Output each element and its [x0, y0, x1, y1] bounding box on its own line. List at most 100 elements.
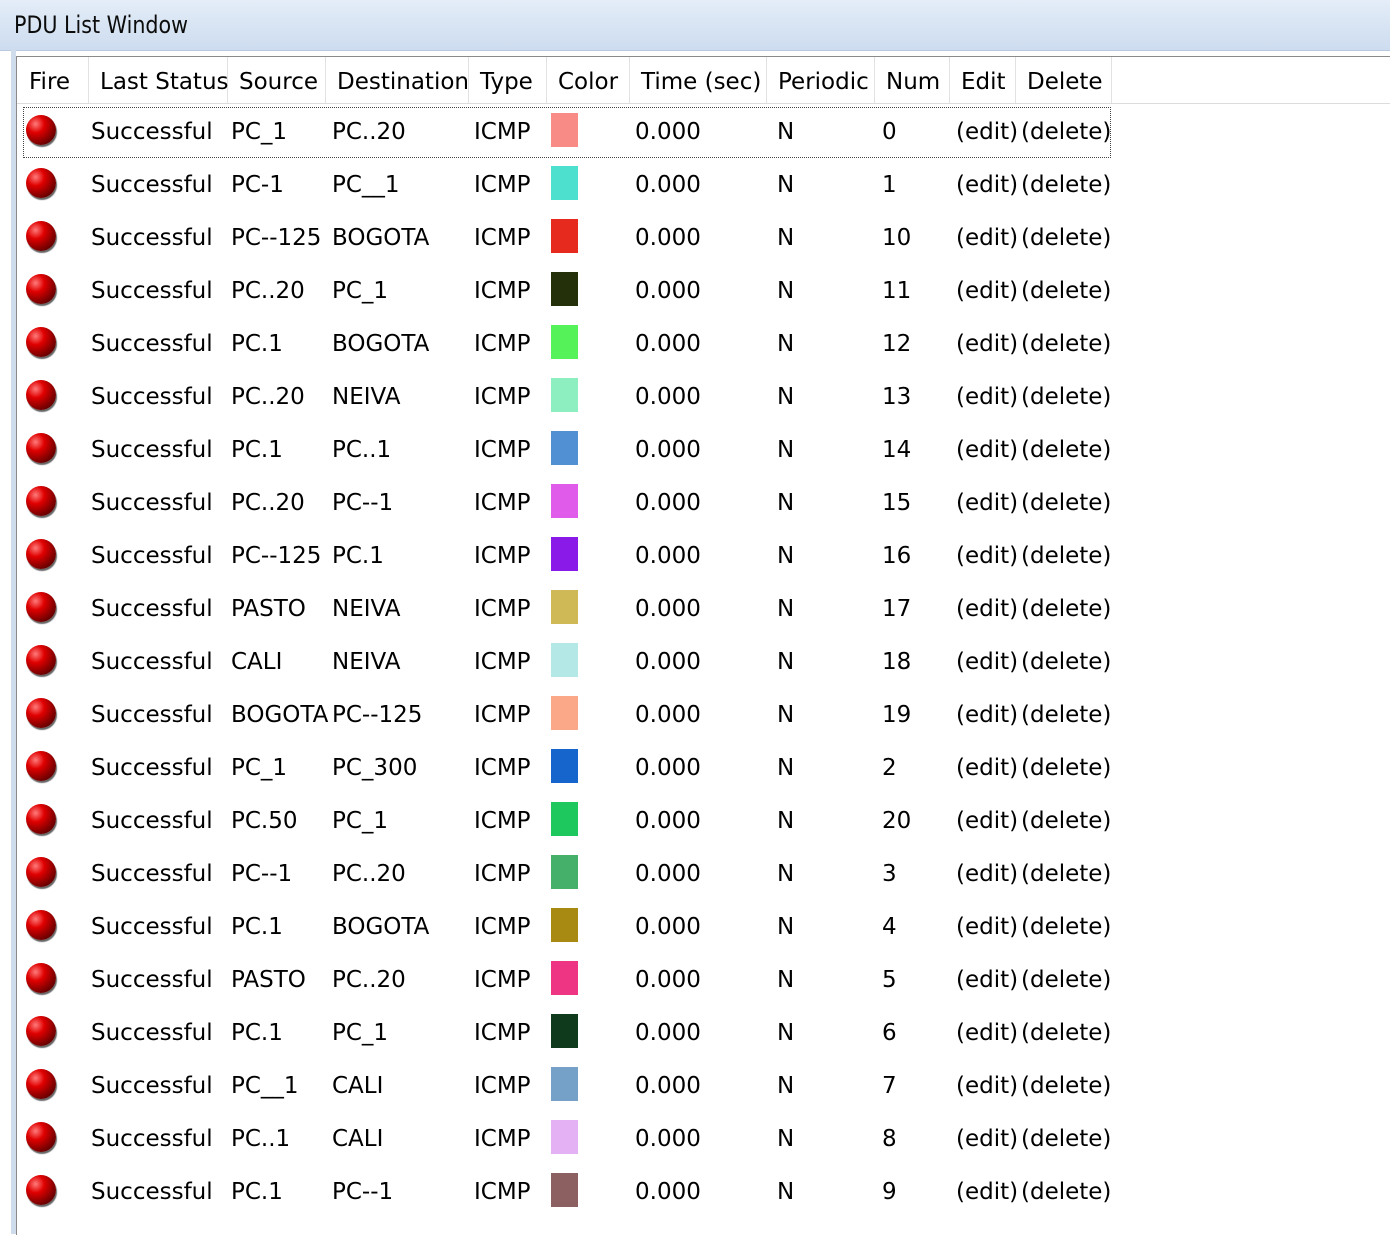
header-fire[interactable]: Fire: [17, 57, 89, 103]
delete-link[interactable]: (delete): [1021, 1167, 1111, 1218]
fire-icon[interactable]: [26, 592, 56, 622]
fire-icon[interactable]: [26, 539, 56, 569]
table-row[interactable]: Successful PC.50 PC_1 ICMP 0.000 N 20 (edit) (de…: [23, 796, 1111, 847]
table-row[interactable]: Successful CALI NEIVA ICMP 0.000 N 18 (edit) (de…: [23, 637, 1111, 688]
fire-icon[interactable]: [26, 274, 56, 304]
edit-link[interactable]: (edit): [956, 107, 1018, 158]
table-row[interactable]: Successful PC..20 PC_1 ICMP 0.000 N 11 (edit) (d…: [23, 266, 1111, 317]
edit-link[interactable]: (edit): [956, 584, 1018, 635]
delete-link[interactable]: (delete): [1021, 743, 1111, 794]
table-row[interactable]: Successful PC__1 CALI ICMP 0.000 N 7 (edit) (del…: [23, 1061, 1111, 1112]
edit-link[interactable]: (edit): [956, 1008, 1018, 1059]
delete-link[interactable]: (delete): [1021, 213, 1111, 264]
header-last-status[interactable]: Last Status: [88, 57, 229, 103]
fire-icon[interactable]: [26, 486, 56, 516]
edit-link[interactable]: (edit): [956, 690, 1018, 741]
table-row[interactable]: Successful PC..1 CALI ICMP 0.000 N 8 (edit) (del…: [23, 1114, 1111, 1165]
header-edit[interactable]: Edit: [949, 57, 1016, 103]
delete-link[interactable]: (delete): [1021, 266, 1111, 317]
delete-link[interactable]: (delete): [1021, 478, 1111, 529]
table-row[interactable]: Successful PC.1 BOGOTA ICMP 0.000 N 4 (edit) (de…: [23, 902, 1111, 953]
fire-icon[interactable]: [26, 221, 56, 251]
edit-link[interactable]: (edit): [956, 478, 1018, 529]
type-cell: ICMP: [474, 278, 531, 304]
delete-link[interactable]: (delete): [1021, 531, 1111, 582]
edit-link[interactable]: (edit): [956, 160, 1018, 211]
fire-icon[interactable]: [26, 963, 56, 993]
fire-icon[interactable]: [26, 857, 56, 887]
edit-link[interactable]: (edit): [956, 1061, 1018, 1112]
edit-link[interactable]: (edit): [956, 319, 1018, 370]
table-row[interactable]: Successful PC-1 PC__1 ICMP 0.000 N 1 (edit) (del…: [23, 160, 1111, 211]
table-row[interactable]: Successful PC--1 PC..20 ICMP 0.000 N 3 (edit) (d…: [23, 849, 1111, 900]
fire-icon[interactable]: [26, 698, 56, 728]
edit-link[interactable]: (edit): [956, 1167, 1018, 1218]
delete-link[interactable]: (delete): [1021, 796, 1111, 847]
fire-icon[interactable]: [26, 751, 56, 781]
header-color[interactable]: Color: [546, 57, 630, 103]
delete-link[interactable]: (delete): [1021, 107, 1111, 158]
delete-link[interactable]: (delete): [1021, 1061, 1111, 1112]
fire-icon[interactable]: [26, 327, 56, 357]
delete-link[interactable]: (delete): [1021, 160, 1111, 211]
header-periodic[interactable]: Periodic: [766, 57, 875, 103]
edit-link[interactable]: (edit): [956, 531, 1018, 582]
fire-icon[interactable]: [26, 804, 56, 834]
delete-link[interactable]: (delete): [1021, 1114, 1111, 1165]
header-num[interactable]: Num: [874, 57, 950, 103]
fire-icon[interactable]: [26, 1175, 56, 1205]
fire-icon[interactable]: [26, 1016, 56, 1046]
delete-link[interactable]: (delete): [1021, 690, 1111, 741]
edit-link[interactable]: (edit): [956, 266, 1018, 317]
fire-icon[interactable]: [26, 910, 56, 940]
edit-link[interactable]: (edit): [956, 955, 1018, 1006]
edit-link[interactable]: (edit): [956, 1114, 1018, 1165]
header-delete[interactable]: Delete: [1015, 57, 1112, 103]
table-row[interactable]: Successful PC.1 PC_1 ICMP 0.000 N 6 (edit) (dele…: [23, 1008, 1111, 1059]
header-destination[interactable]: Destination: [325, 57, 469, 103]
edit-link[interactable]: (edit): [956, 372, 1018, 423]
delete-link[interactable]: (delete): [1021, 372, 1111, 423]
header-type[interactable]: Type: [468, 57, 547, 103]
table-row[interactable]: Successful PC.1 PC..1 ICMP 0.000 N 14 (edit) (de…: [23, 425, 1111, 476]
periodic-cell: N: [777, 172, 795, 198]
delete-link[interactable]: (delete): [1021, 637, 1111, 688]
status-cell: Successful: [91, 119, 213, 145]
fire-icon[interactable]: [26, 168, 56, 198]
delete-link[interactable]: (delete): [1021, 902, 1111, 953]
edit-link[interactable]: (edit): [956, 637, 1018, 688]
table-row[interactable]: Successful PC..20 PC--1 ICMP 0.000 N 15 (edit)(…: [23, 478, 1111, 529]
table-row[interactable]: Successful PC_1 PC..20 ICMP 0.000 N 0 (edit) (de…: [23, 107, 1111, 158]
edit-link[interactable]: (edit): [956, 849, 1018, 900]
table-row[interactable]: Successful PASTO NEIVA ICMP 0.000 N 17 (edit) (d…: [23, 584, 1111, 635]
fire-icon[interactable]: [26, 1122, 56, 1152]
delete-link[interactable]: (delete): [1021, 319, 1111, 370]
header-source[interactable]: Source: [227, 57, 326, 103]
table-row[interactable]: Successful PC.1 PC--1 ICMP 0.000 N 9 (edit) (del…: [23, 1167, 1111, 1218]
edit-link[interactable]: (edit): [956, 796, 1018, 847]
time-cell: 0.000: [635, 543, 701, 569]
edit-link[interactable]: (edit): [956, 902, 1018, 953]
delete-link[interactable]: (delete): [1021, 425, 1111, 476]
fire-icon[interactable]: [26, 645, 56, 675]
fire-icon[interactable]: [26, 433, 56, 463]
fire-icon[interactable]: [26, 1069, 56, 1099]
table-row[interactable]: Successful PASTO PC..20 ICMP 0.000 N 5 (edit) (d…: [23, 955, 1111, 1006]
delete-link[interactable]: (delete): [1021, 849, 1111, 900]
edit-link[interactable]: (edit): [956, 425, 1018, 476]
table-row[interactable]: Successful PC--125 BOGOTA ICMP 0.000 N 10 (edit…: [23, 213, 1111, 264]
table-row[interactable]: Successful PC..20 NEIVA ICMP 0.000 N 13 (edit)(…: [23, 372, 1111, 423]
table-row[interactable]: Successful PC_1 PC_300 ICMP 0.000 N 2 (edit) (de…: [23, 743, 1111, 794]
delete-link[interactable]: (delete): [1021, 1008, 1111, 1059]
header-time[interactable]: Time (sec): [629, 57, 767, 103]
table-row[interactable]: Successful PC--125 PC.1 ICMP 0.000 N 16 (edit)(…: [23, 531, 1111, 582]
edit-link[interactable]: (edit): [956, 213, 1018, 264]
destination-cell: PC--1: [332, 490, 394, 516]
table-row[interactable]: Successful BOGOTA PC--125 ICMP 0.000 N 19 (edit…: [23, 690, 1111, 741]
delete-link[interactable]: (delete): [1021, 584, 1111, 635]
table-row[interactable]: Successful PC.1 BOGOTA ICMP 0.000 N 12 (edit) (d…: [23, 319, 1111, 370]
fire-icon[interactable]: [26, 115, 56, 145]
delete-link[interactable]: (delete): [1021, 955, 1111, 1006]
fire-icon[interactable]: [26, 380, 56, 410]
edit-link[interactable]: (edit): [956, 743, 1018, 794]
